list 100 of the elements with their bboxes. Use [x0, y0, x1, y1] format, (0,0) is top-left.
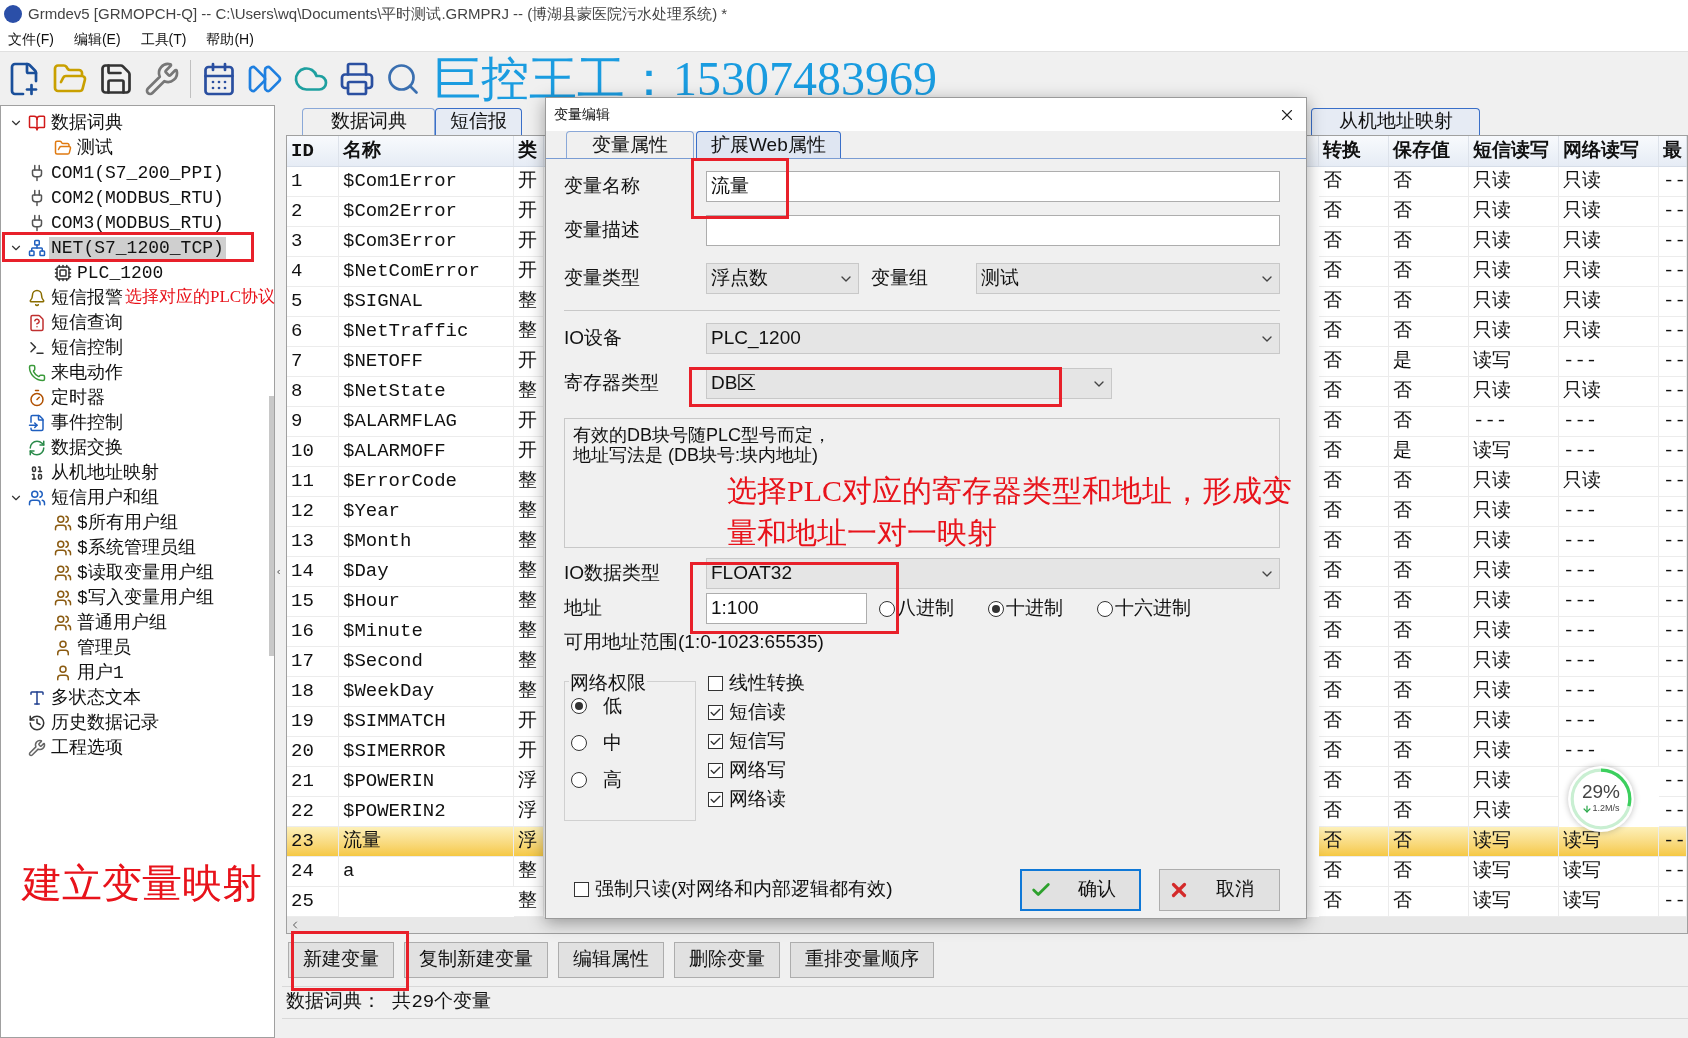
tree-item[interactable]: 短信用户和组	[49, 486, 161, 509]
radio-button[interactable]	[879, 600, 895, 617]
radio-button[interactable]	[988, 600, 1004, 617]
checkbox[interactable]	[708, 762, 723, 778]
tree-item[interactable]: $读取变量用户组	[75, 561, 216, 584]
checkbox[interactable]	[708, 791, 723, 807]
tab[interactable]: 从机地址映射	[1311, 108, 1480, 135]
radio-button[interactable]	[1097, 600, 1113, 617]
menu-item[interactable]: 编辑(E)	[73, 29, 121, 50]
tree-item[interactable]: 数据交换	[49, 436, 125, 459]
dropdown[interactable]: 浮点数	[706, 263, 859, 294]
text-field[interactable]: 流量	[706, 171, 1280, 202]
table-cell[interactable]: 23	[287, 827, 339, 857]
column-header[interactable]: 名称	[343, 136, 381, 166]
tree-item[interactable]: $写入变量用户组	[75, 586, 216, 609]
table-cell[interactable]: 5	[287, 287, 339, 317]
table-cell[interactable]: 13	[287, 527, 339, 557]
cancel-button[interactable]: 取消	[1159, 868, 1280, 911]
table-cell[interactable]: 2	[287, 197, 339, 227]
tree-item[interactable]: 数据词典	[49, 111, 125, 134]
toolbar-icon[interactable]	[339, 60, 375, 97]
table-cell[interactable]: 18	[287, 677, 339, 707]
dropdown[interactable]: FLOAT32	[706, 558, 1280, 589]
action-button[interactable]: 复制新建变量	[404, 942, 548, 978]
table-cell[interactable]: 17	[287, 647, 339, 677]
address-field[interactable]: 1:100	[706, 593, 867, 624]
tree-item[interactable]: 普通用户组	[75, 611, 169, 634]
column-header[interactable]: 最	[1663, 136, 1682, 166]
table-cell[interactable]: 14	[287, 557, 339, 587]
radio-button[interactable]	[571, 698, 587, 714]
action-button[interactable]: 新建变量	[288, 942, 394, 978]
table-cell[interactable]: 8	[287, 377, 339, 407]
tree-item[interactable]: PLC_1200	[75, 261, 166, 284]
confirm-button[interactable]: 确认	[1020, 868, 1141, 911]
tree-item[interactable]: 短信控制	[49, 336, 125, 359]
checkbox[interactable]	[708, 704, 723, 720]
tree-item[interactable]: 来电动作	[49, 361, 125, 384]
tree-item[interactable]: $所有用户组	[75, 511, 180, 534]
tree-item[interactable]: COM1(S7_200_PPI)	[49, 161, 226, 184]
table-cell[interactable]: 25	[287, 887, 339, 917]
checkbox[interactable]	[708, 675, 723, 691]
column-header[interactable]: 保存值	[1393, 136, 1450, 166]
table-cell[interactable]: 21	[287, 767, 339, 797]
menu-item[interactable]: 工具(T)	[140, 29, 187, 50]
tree-item[interactable]: 管理员	[75, 636, 133, 659]
tab[interactable]: 短信报	[435, 108, 522, 135]
table-cell: --	[1659, 647, 1687, 677]
text-field[interactable]	[706, 215, 1280, 246]
table-cell[interactable]: 24	[287, 857, 339, 887]
table-cell[interactable]: 19	[287, 707, 339, 737]
checkbox[interactable]	[708, 733, 723, 749]
table-cell[interactable]: 22	[287, 797, 339, 827]
dropdown[interactable]: DB区	[706, 368, 1112, 399]
scrollbar[interactable]	[269, 396, 274, 656]
tree-item[interactable]: 短信报警	[49, 286, 125, 309]
action-button[interactable]: 重排变量顺序	[790, 942, 934, 978]
tree-item[interactable]: 短信查询	[49, 311, 125, 334]
tab[interactable]: 数据词典	[302, 108, 435, 135]
tree-item[interactable]: 用户1	[75, 661, 126, 684]
column-header[interactable]: ID	[291, 136, 314, 166]
tree-item[interactable]: 工程选项	[49, 736, 125, 759]
dialog-tab[interactable]: 扩展Web属性	[696, 131, 841, 158]
table-cell[interactable]: 3	[287, 227, 339, 257]
dropdown[interactable]: 测试	[976, 263, 1280, 294]
tree-item[interactable]: 多状态文本	[49, 686, 143, 709]
column-header[interactable]: 转换	[1323, 136, 1361, 166]
tree-item[interactable]: NET(S7_1200_TCP)	[49, 236, 226, 259]
checkbox[interactable]	[574, 882, 589, 897]
tree-item[interactable]: 事件控制	[49, 411, 125, 434]
action-button[interactable]: 编辑属性	[558, 942, 664, 978]
radio-button[interactable]	[571, 772, 587, 788]
action-button[interactable]: 删除变量	[674, 942, 780, 978]
radio-button[interactable]	[571, 735, 587, 751]
table-cell[interactable]: 6	[287, 317, 339, 347]
table-cell[interactable]: 4	[287, 257, 339, 287]
column-header[interactable]: 短信读写	[1473, 136, 1549, 166]
table-cell[interactable]: 7	[287, 347, 339, 377]
table-cell[interactable]: 1	[287, 167, 339, 197]
table-cell[interactable]: 12	[287, 497, 339, 527]
tree-item[interactable]: $系统管理员组	[75, 536, 198, 559]
menu-item[interactable]: 文件(F)	[8, 29, 54, 50]
toolbar-icon[interactable]	[201, 60, 237, 97]
tree-item[interactable]: 历史数据记录	[49, 711, 161, 734]
table-cell[interactable]: 20	[287, 737, 339, 767]
column-header[interactable]: 类	[518, 136, 537, 166]
table-cell[interactable]: 9	[287, 407, 339, 437]
dialog-tab[interactable]: 变量属性	[566, 131, 694, 158]
menu-item[interactable]: 帮助(H)	[206, 29, 254, 50]
tree-item[interactable]: COM2(MODBUS_RTU)	[49, 186, 226, 209]
table-cell[interactable]: 11	[287, 467, 339, 497]
dropdown[interactable]: PLC_1200	[706, 323, 1280, 354]
tree-item[interactable]: 从机地址映射	[49, 461, 161, 484]
horizontal-scrollbar[interactable]	[287, 917, 1687, 933]
column-header[interactable]: 网络读写	[1563, 136, 1639, 166]
tree-item[interactable]: COM3(MODBUS_RTU)	[49, 211, 226, 234]
table-cell[interactable]: 10	[287, 437, 339, 467]
tree-item[interactable]: 测试	[75, 136, 115, 159]
tree-item[interactable]: 定时器	[49, 386, 107, 409]
table-cell[interactable]: 15	[287, 587, 339, 617]
table-cell[interactable]: 16	[287, 617, 339, 647]
